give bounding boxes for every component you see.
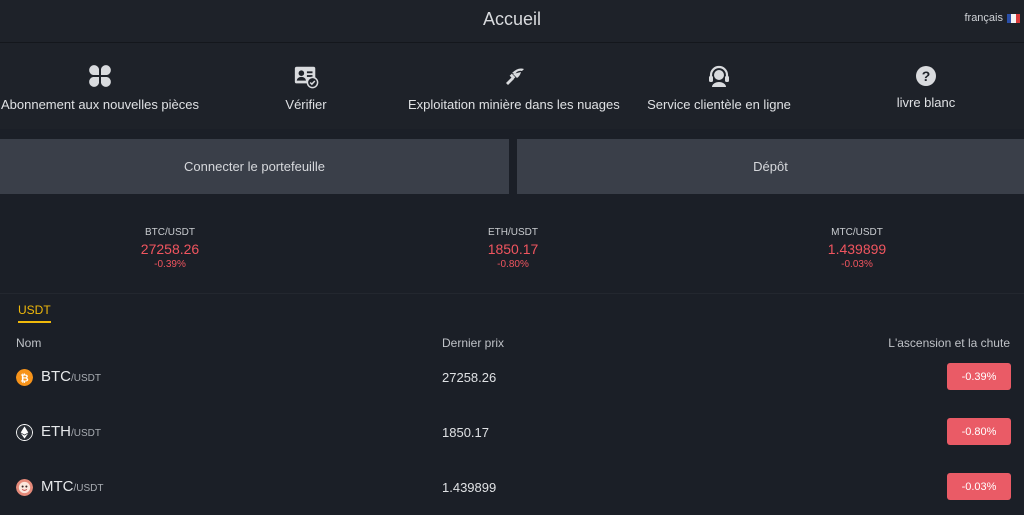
mining-icon xyxy=(506,68,524,85)
table-row[interactable]: ETH/USDT 1850.17 -0.80% xyxy=(0,416,1024,448)
market-table-header: Nom Dernier prix L'ascension et la chute xyxy=(0,336,1024,350)
mtc-icon xyxy=(16,479,33,496)
column-change: L'ascension et la chute xyxy=(888,336,1010,350)
language-label: français xyxy=(964,12,1003,24)
change-badge[interactable]: -0.80% xyxy=(947,418,1011,445)
headset-icon xyxy=(709,65,729,87)
ticker-change: -0.39% xyxy=(154,259,186,270)
row-symbol: MTC/USDT xyxy=(41,478,104,495)
shortcut-cloud-mining[interactable]: Exploitation minière dans les nuages xyxy=(408,43,620,129)
shortcut-label: Vérifier xyxy=(285,97,327,112)
shortcut-new-coins[interactable]: Abonnement aux nouvelles pièces xyxy=(0,43,200,129)
market-tabs: USDT xyxy=(18,303,51,323)
ethereum-icon xyxy=(16,424,33,441)
row-quote: /USDT xyxy=(73,483,104,494)
row-base: MTC xyxy=(41,478,74,495)
bitcoin-icon: ₿ xyxy=(16,369,33,386)
column-last-price: Dernier prix xyxy=(442,336,505,350)
ticker-item-mtc[interactable]: MTC/USDT 1.439899 -0.03% xyxy=(797,227,917,270)
ticker-pair: MTC/USDT xyxy=(831,227,883,238)
shortcut-label: Abonnement aux nouvelles pièces xyxy=(0,97,200,112)
shortcut-bar: Abonnement aux nouvelles pièces Vérifier… xyxy=(0,43,1024,129)
shortcut-label: livre blanc xyxy=(896,95,956,110)
row-price: 1.439899 xyxy=(442,480,497,495)
row-quote: /USDT xyxy=(71,428,101,439)
ticker-price: 1.439899 xyxy=(827,241,887,257)
ticker-price: 27258.26 xyxy=(140,241,200,257)
row-symbol: BTC/USDT xyxy=(41,368,101,385)
ticker-change: -0.80% xyxy=(497,259,529,270)
shortcut-label: Service clientèle en ligne xyxy=(647,97,791,112)
table-row[interactable]: MTC/USDT 1.439899 -0.03% xyxy=(0,471,1024,503)
shortcut-label: Exploitation minière dans les nuages xyxy=(408,97,620,112)
row-price: 1850.17 xyxy=(442,425,489,440)
ticker-pair: ETH/USDT xyxy=(488,227,538,238)
connect-wallet-button[interactable]: Connecter le portefeuille xyxy=(0,139,509,194)
shortcut-verify[interactable]: Vérifier xyxy=(226,43,386,129)
svg-text:?: ? xyxy=(922,68,931,84)
action-buttons: Connecter le portefeuille Dépôt xyxy=(0,139,1024,195)
row-base: ETH xyxy=(41,423,71,440)
france-flag-icon xyxy=(1007,13,1020,23)
question-icon: ? xyxy=(916,66,936,86)
ticker-item-eth[interactable]: ETH/USDT 1850.17 -0.80% xyxy=(453,227,573,270)
svg-text:₿: ₿ xyxy=(20,372,28,384)
ticker-item-btc[interactable]: BTC/USDT 27258.26 -0.39% xyxy=(110,227,230,270)
ticker-price: 1850.17 xyxy=(487,241,539,257)
change-badge[interactable]: -0.03% xyxy=(947,473,1011,500)
row-base: BTC xyxy=(41,368,71,385)
four-leaf-icon xyxy=(89,65,111,87)
top-bar: Accueil français xyxy=(0,0,1024,43)
shortcut-whitepaper[interactable]: ? livre blanc xyxy=(876,43,976,129)
tab-usdt[interactable]: USDT xyxy=(18,303,51,323)
table-row[interactable]: ₿ BTC/USDT 27258.26 -0.39% xyxy=(0,361,1024,393)
row-symbol: ETH/USDT xyxy=(41,423,101,440)
column-name: Nom xyxy=(16,336,42,350)
language-selector[interactable]: français xyxy=(964,12,1020,24)
page-title: Accueil xyxy=(482,9,542,29)
deposit-button[interactable]: Dépôt xyxy=(517,139,1024,194)
change-badge[interactable]: -0.39% xyxy=(947,363,1011,390)
ticker-change: -0.03% xyxy=(841,259,873,270)
ticker-pair: BTC/USDT xyxy=(145,227,195,238)
shortcut-customer-service[interactable]: Service clientèle en ligne xyxy=(646,43,792,129)
row-quote: /USDT xyxy=(71,373,101,384)
row-price: 27258.26 xyxy=(442,370,497,385)
price-ticker: BTC/USDT 27258.26 -0.39% ETH/USDT 1850.1… xyxy=(0,205,1024,294)
id-card-verify-icon xyxy=(294,66,319,89)
